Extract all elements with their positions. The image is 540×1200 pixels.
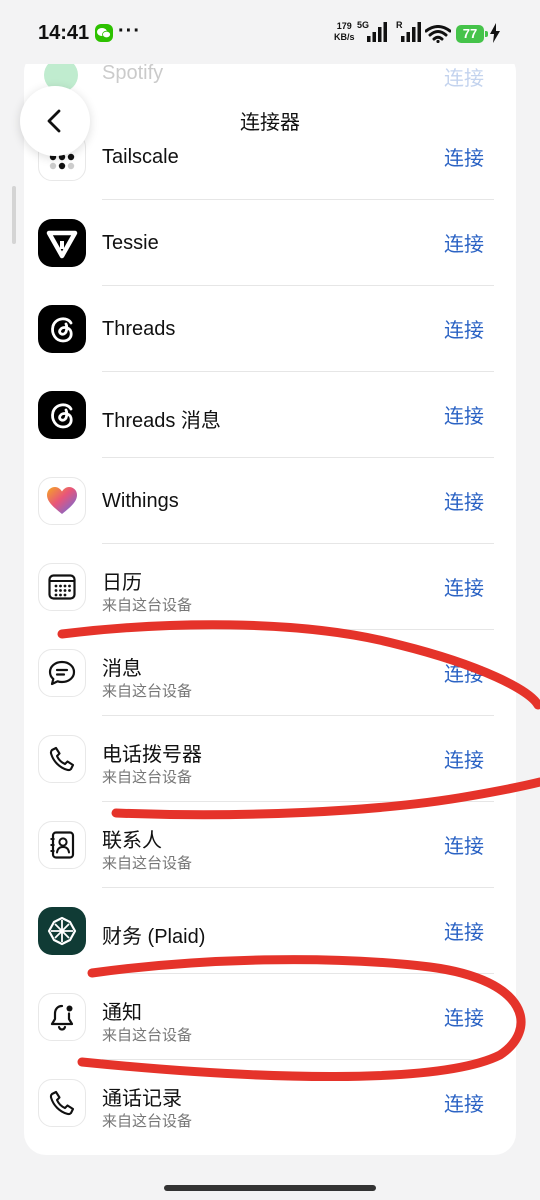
wifi-icon [425,25,451,43]
list-item: Withings 连接 [24,458,516,544]
tessie-logo-icon [38,219,86,267]
connectors-sheet[interactable]: Spotify 连接 Tailscale 连接 Tessie 连接 Thread… [24,50,516,1155]
list-item-subtitle: 来自这台设备 [102,769,193,786]
network-speed: 179 KB/s [334,21,355,43]
connect-button[interactable]: 连接 [444,142,484,171]
scrollbar-thumb[interactable] [12,186,16,244]
list-item: Threads 连接 [24,286,516,372]
status-bar: 14:41 ··· 179 KB/s 5G R 77 [0,0,540,64]
list-item-subtitle: 来自这台设备 [102,1027,193,1044]
list-item: 日历 来自这台设备 连接 [24,544,516,630]
network-speed-unit: KB/s [334,32,355,42]
cell-signal-icon [367,22,387,42]
list-item: 电话拨号器 来自这台设备 连接 [24,716,516,802]
list-item-label: Threads [102,318,176,340]
list-item: 消息 来自这台设备 连接 [24,630,516,716]
list-item-label: 消息 [102,658,142,680]
connect-button[interactable]: 连接 [444,486,484,515]
connect-button[interactable]: 连接 [444,830,484,859]
connect-button[interactable]: 连接 [444,744,484,773]
more-dots-icon: ··· [118,20,141,42]
connect-button[interactable]: 连接 [444,1002,484,1031]
bell-icon [38,993,86,1041]
list-item: 通话记录 来自这台设备 连接 [24,1060,516,1146]
status-time: 14:41 [38,22,90,44]
list-item-subtitle: 来自这台设备 [102,1113,193,1130]
list-item-subtitle: 来自这台设备 [102,683,193,700]
phone-icon [38,1079,86,1127]
list-item-label: 通知 [102,1002,142,1024]
connect-button[interactable]: 连接 [444,658,484,687]
list-item-subtitle: 来自这台设备 [102,597,193,614]
page-title: 连接器 [240,112,300,134]
withings-heart-icon [38,477,86,525]
battery-tip [485,31,488,37]
connect-button[interactable]: 连接 [444,400,484,429]
list-item-label: Spotify [102,62,164,84]
connect-button[interactable]: 连接 [444,916,484,945]
list-item-label: Tessie [102,232,159,254]
connect-button[interactable]: 连接 [444,314,484,343]
list-item-label: Tailscale [102,146,179,168]
threads-logo-icon [38,391,86,439]
list-item-label: 通话记录 [102,1088,182,1110]
list-item-label: Withings [102,490,179,512]
list-item-label: 日历 [102,572,142,594]
network-speed-value: 179 [336,21,352,31]
connect-button: 连接 [444,68,484,90]
list-item: 财务 (Plaid) 连接 [24,888,516,974]
phone-icon [38,735,86,783]
cell-signal-icon [401,22,421,42]
list-item: Tessie 连接 [24,200,516,286]
list-item: 通知 来自这台设备 连接 [24,974,516,1060]
list-item-label: 电话拨号器 [102,744,202,766]
charging-bolt-icon [490,23,500,43]
list-item-subtitle: 来自这台设备 [102,855,193,872]
threads-logo-icon [38,305,86,353]
contacts-book-icon [38,821,86,869]
wechat-icon [95,24,113,42]
list-item-label: Threads 消息 [102,410,221,432]
connect-button[interactable]: 连接 [444,1088,484,1117]
list-item: Threads 消息 连接 [24,372,516,458]
list-item: 联系人 来自这台设备 连接 [24,802,516,888]
battery-level: 77 [462,26,478,41]
list-item-label: 财务 (Plaid) [102,926,206,948]
connect-button[interactable]: 连接 [444,572,484,601]
list-item-label: 联系人 [102,830,162,852]
home-indicator[interactable] [164,1185,376,1191]
plaid-logo-icon [38,907,86,955]
calendar-icon [38,563,86,611]
battery-indicator: 77 [456,25,484,43]
message-bubble-icon [38,649,86,697]
connect-button[interactable]: 连接 [444,228,484,257]
